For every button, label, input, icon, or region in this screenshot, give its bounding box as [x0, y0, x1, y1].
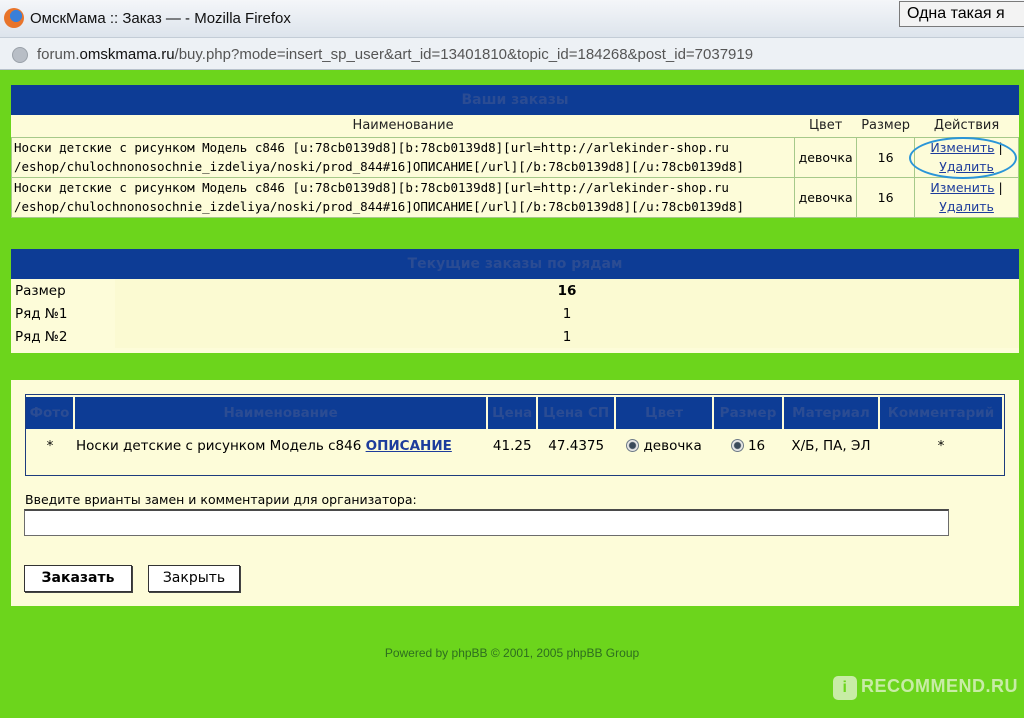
edit-link[interactable]: Изменить: [930, 180, 994, 195]
col-photo: Фото: [26, 397, 75, 429]
table-row: Носки детские с рисунком Модель с846 [u:…: [10, 176, 1019, 218]
product-size-cell: 16: [713, 429, 783, 463]
comment-input[interactable]: [24, 509, 949, 536]
table-row: Носки детские с рисунком Модель с846 [u:…: [10, 136, 1019, 178]
firefox-icon: [4, 8, 24, 28]
col-name: Наименование: [73, 397, 489, 429]
url-bar[interactable]: forum.omskmama.ru/buy.php?mode=insert_sp…: [0, 38, 1024, 70]
recommend-icon: i: [833, 676, 857, 700]
row-value: 1: [115, 302, 1019, 325]
close-button[interactable]: Закрыть: [148, 565, 240, 592]
product-photo: *: [46, 438, 54, 454]
product-material: Х/Б, ПА, ЭЛ: [791, 438, 871, 454]
row-label: Размер: [15, 282, 66, 299]
order-name: Носки детские с рисунком Модель с846 [u:…: [10, 176, 796, 218]
product-table: Фото Наименование Цена Цена СП Цвет Разм…: [26, 397, 1005, 463]
table-row: * Носки детские с рисунком Модель с846 О…: [26, 429, 1003, 463]
product-box: Фото Наименование Цена Цена СП Цвет Разм…: [25, 394, 1005, 476]
order-color: девочка: [794, 136, 858, 178]
order-form-panel: Фото Наименование Цена Цена СП Цвет Разм…: [11, 380, 1019, 606]
globe-icon: [12, 47, 28, 63]
col-size: Размер: [856, 115, 915, 137]
window-titlebar: ОмскМама :: Заказ — - Mozilla Firefox Од…: [0, 0, 1024, 38]
rows-table: Размер 16 Ряд №1 1 Ряд №2 1: [11, 279, 1019, 348]
product-name: Носки детские с рисунком Модель с846: [75, 438, 362, 454]
orders-table: Наименование Цвет Размер Действия Носки …: [10, 115, 1019, 218]
col-price-sp: Цена СП: [537, 397, 617, 429]
row-value: 16: [115, 279, 1019, 302]
highlight-circle: [909, 137, 1017, 179]
url-text[interactable]: forum.omskmama.ru/buy.php?mode=insert_sp…: [37, 46, 753, 63]
row-label: Ряд №2: [15, 328, 68, 345]
orders-header: Ваши заказы: [11, 85, 1019, 115]
order-size: 16: [856, 176, 916, 218]
watermark: i RECOMMEND.RU: [833, 676, 1018, 700]
orders-panel: Ваши заказы Наименование Цвет Размер Дей…: [10, 85, 1019, 218]
product-comment: *: [937, 438, 945, 454]
window-title: ОмскМама :: Заказ — - Mozilla Firefox: [30, 10, 291, 27]
table-row: Ряд №2 1: [11, 325, 1019, 348]
product-price-sp: 47.4375: [548, 438, 605, 454]
table-row: Ряд №1 1: [11, 302, 1019, 325]
product-price: 41.25: [492, 438, 532, 454]
product-size: 16: [747, 438, 766, 454]
order-actions: Изменить | Удалить: [914, 176, 1019, 218]
col-name: Наименование: [11, 115, 795, 137]
product-name-cell: Носки детские с рисунком Модель с846 ОПИ…: [74, 429, 487, 463]
table-row: Размер 16: [11, 279, 1019, 302]
order-name: Носки детские с рисунком Модель с846 [u:…: [10, 136, 796, 178]
col-price: Цена: [487, 397, 539, 429]
delete-link[interactable]: Удалить: [939, 199, 994, 214]
col-actions: Действия: [914, 115, 1019, 137]
col-material: Материал: [783, 397, 880, 429]
row-label: Ряд №1: [15, 305, 68, 322]
col-color: Цвет: [615, 397, 715, 429]
footer-text: Powered by phpBB © 2001, 2005 phpBB Grou…: [384, 646, 640, 660]
rows-header: Текущие заказы по рядам: [11, 249, 1019, 279]
col-size: Размер: [713, 397, 785, 429]
size-radio[interactable]: [730, 439, 744, 452]
row-value: 1: [115, 325, 1019, 348]
order-size: 16: [856, 136, 916, 178]
col-color: Цвет: [794, 115, 857, 137]
product-color: девочка: [643, 438, 702, 454]
tooltip: Одна такая я: [899, 1, 1024, 27]
color-radio[interactable]: [626, 439, 640, 452]
col-comment: Комментарий: [878, 397, 1005, 429]
order-color: девочка: [794, 176, 858, 218]
description-link[interactable]: ОПИСАНИЕ: [366, 438, 452, 454]
order-button[interactable]: Заказать: [24, 565, 132, 592]
rows-panel: Текущие заказы по рядам Размер 16 Ряд №1…: [11, 249, 1019, 353]
watermark-text: RECOMMEND.RU: [861, 676, 1018, 696]
comment-label: Введите врианты замен и комментарии для …: [25, 492, 417, 507]
product-color-cell: девочка: [615, 429, 713, 463]
